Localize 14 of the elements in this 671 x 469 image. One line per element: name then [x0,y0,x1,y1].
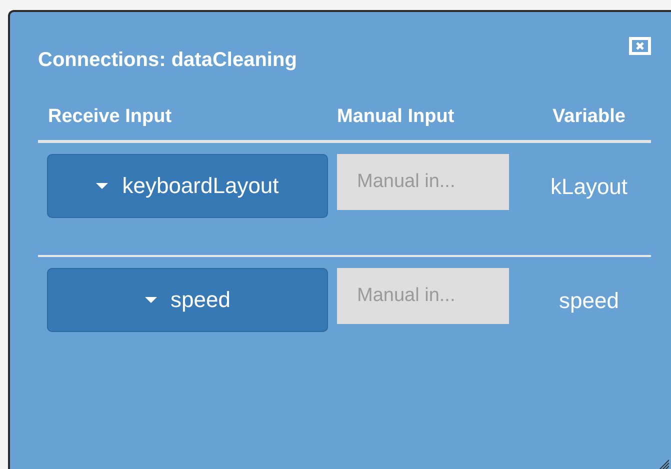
column-header: Variable [552,106,626,128]
input-dropdown[interactable]: speed [47,268,328,332]
close-icon[interactable] [629,37,651,55]
manual-input-field[interactable]: Manual in... [337,154,509,210]
caret-icon [144,297,157,303]
input-dropdown[interactable]: keyboardLayout [47,154,328,218]
dialog-title: Connections: dataCleaning [38,49,297,72]
caret-icon [96,183,108,189]
manual-input-field[interactable]: Manual in... [337,268,509,324]
variable-name: kLayout [549,174,629,200]
column-header: Receive Input [47,106,173,128]
column-header: Manual Input [337,106,456,128]
resize-grip-icon[interactable] [657,458,669,469]
variable-name: speed [558,288,620,314]
